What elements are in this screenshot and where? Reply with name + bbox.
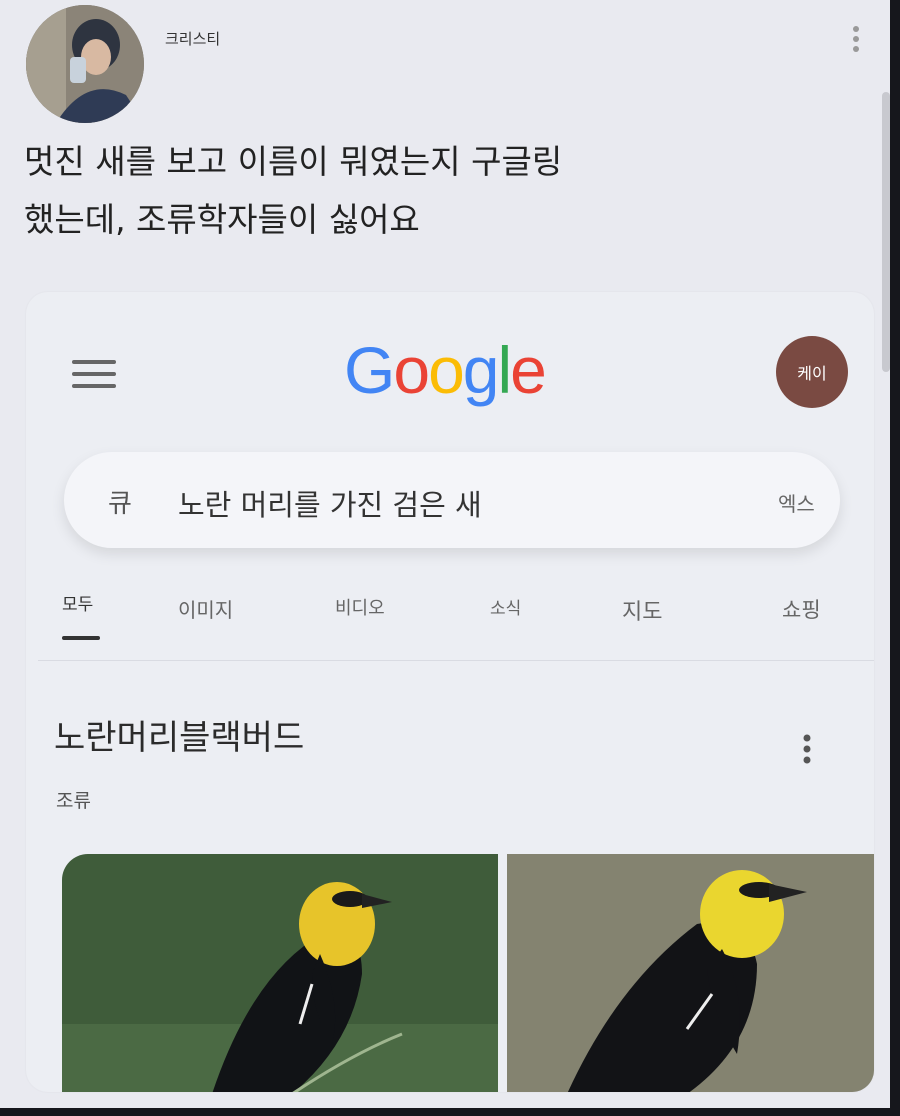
caption-line-2: 했는데, 조류학자들이 싫어요 [24,200,420,239]
search-prefix-label: 큐 [108,489,132,519]
user-avatar[interactable] [26,5,144,123]
knowledge-panel-subtitle: 조류 [56,790,91,812]
tab-news[interactable]: 소식 [490,594,521,619]
logo-letter: o [393,333,430,407]
google-screenshot-card: Google 케이 큐 노란 머리를 가진 검은 새 엑스 모두 이미지 비디오… [26,292,874,1092]
search-tabs: 모두 이미지 비디오 소식 지도 쇼핑 [26,590,874,650]
post-frame: 크리스티 멋진 새를 보고 이름이 뭐였는지 구글링 했는데, 조류학자들이 싫… [0,0,900,1116]
post-caption: 멋진 새를 보고 이름이 뭐였는지 구글링 했는데, 조류학자들이 싫어요 [24,133,784,249]
caption-line-1: 멋진 새를 보고 이름이 뭐였는지 구글링 [24,142,563,181]
active-tab-indicator [62,636,100,640]
post-more-icon[interactable] [846,24,866,56]
tab-maps[interactable]: 지도 [622,594,662,626]
tab-videos[interactable]: 비디오 [335,594,385,620]
knowledge-panel-title: 노란머리블랙버드 [54,718,305,758]
username[interactable]: 크리스티 [165,28,220,49]
tab-images[interactable]: 이미지 [178,594,233,623]
knowledge-panel-more-icon[interactable] [799,732,815,766]
scrollbar[interactable] [882,92,890,372]
avatar-photo [26,5,144,123]
bird-image-2[interactable] [507,854,874,1092]
logo-letter: g [462,333,500,407]
logo-letter: e [510,333,547,407]
search-input[interactable]: 노란 머리를 가진 검은 새 [178,482,482,524]
tab-shopping[interactable]: 쇼핑 [782,594,821,624]
google-logo[interactable]: Google [344,332,547,408]
bird-image-1[interactable] [62,854,498,1092]
menu-icon[interactable] [72,360,116,394]
search-bar[interactable]: 큐 노란 머리를 가진 검은 새 엑스 [64,452,840,548]
logo-letter: G [344,333,395,407]
clear-search-button[interactable]: 엑스 [778,488,815,517]
logo-letter: l [497,333,513,407]
account-avatar[interactable]: 케이 [776,336,848,408]
divider [38,660,874,661]
tab-all[interactable]: 모두 [62,590,93,615]
logo-letter: o [428,333,465,407]
